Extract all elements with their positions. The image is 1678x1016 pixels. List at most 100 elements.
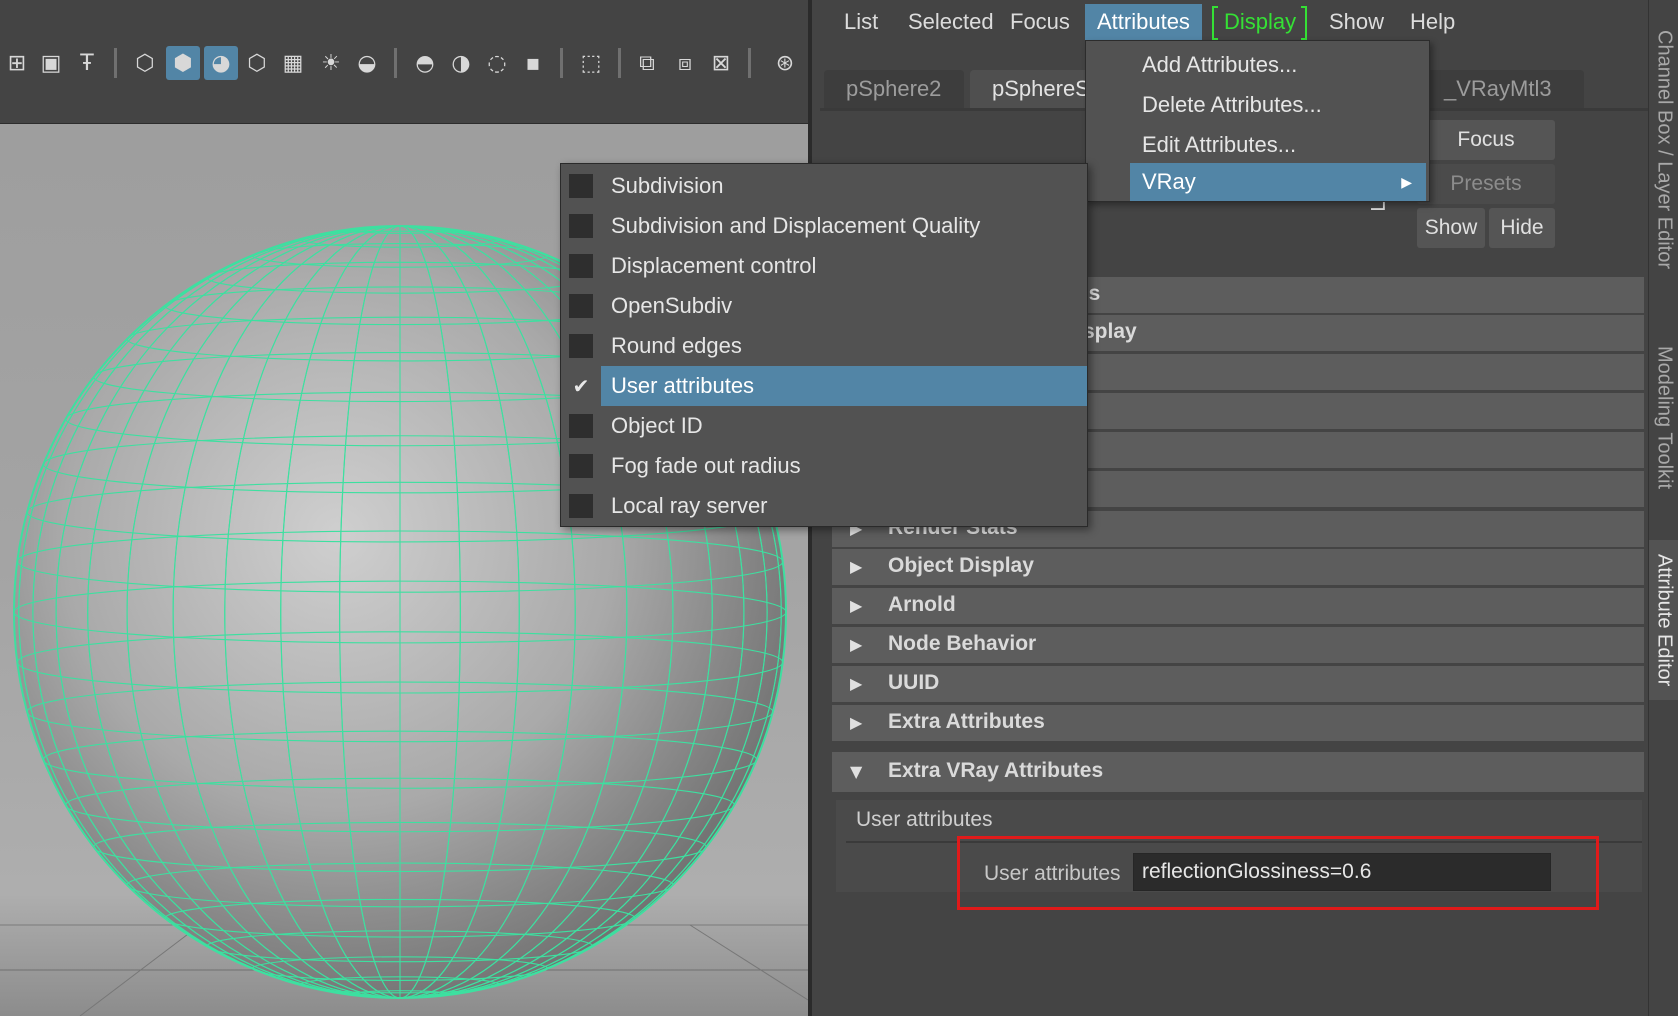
section-label: Object Display [888, 554, 1034, 577]
checkbox[interactable] [569, 334, 593, 358]
checkmark-icon[interactable]: ✔ [569, 374, 593, 398]
toolbar-separator [748, 48, 751, 78]
shadows-icon[interactable]: ◒ [350, 46, 384, 80]
toolbar-separator [394, 48, 397, 78]
checkbox[interactable] [569, 454, 593, 478]
checkbox[interactable] [569, 254, 593, 278]
checkbox[interactable] [569, 494, 593, 518]
focus-button[interactable]: Focus [1417, 120, 1555, 160]
section-label: Node Behavior [888, 632, 1037, 655]
menu-item-add-attributes[interactable]: Add Attributes... [1130, 46, 1426, 84]
section-arnold[interactable]: ▶ Arnold [832, 588, 1644, 624]
ambient-occlusion-icon[interactable]: ◓ [408, 46, 442, 80]
vray-option-subdivision[interactable]: Subdivision [561, 166, 1087, 206]
menu-selected[interactable]: Selected [896, 4, 1006, 40]
isolate-select-icon[interactable]: ⬚ [574, 46, 608, 80]
menu-attributes[interactable]: Attributes [1085, 4, 1202, 40]
menu-list[interactable]: List [832, 4, 890, 40]
vray-option-fog-fade-out-radius[interactable]: Fog fade out radius [561, 446, 1087, 486]
collapse-arrow-icon: ▼ [850, 762, 863, 781]
expand-arrow-icon: ▶ [850, 674, 863, 693]
tab-modeling-toolkit[interactable]: Modeling Toolkit [1649, 318, 1678, 518]
section-node-behavior[interactable]: ▶ Node Behavior [832, 627, 1644, 663]
vray-option-displacement-control[interactable]: Displacement control [561, 246, 1087, 286]
checkbox[interactable] [569, 174, 593, 198]
attributes-dropdown-menu: Add Attributes... Delete Attributes... E… [1085, 40, 1430, 202]
user-attributes-input[interactable] [1133, 853, 1551, 891]
presets-button[interactable]: Presets [1417, 164, 1555, 204]
expand-arrow-icon: ▶ [850, 635, 863, 654]
section-label: Arnold [888, 593, 956, 616]
expand-arrow-icon: ▶ [850, 713, 863, 732]
smooth-shade-cube-icon[interactable]: ⬢ [166, 46, 200, 80]
lighting-icon[interactable]: ☀ [314, 46, 348, 80]
expand-arrow-icon: ▶ [850, 596, 863, 615]
tab-label: Channel Box / Layer Editor [1653, 30, 1676, 270]
section-label: Extra Attributes [888, 710, 1045, 733]
option-label: Local ray server [611, 493, 768, 518]
vray-option-object-id[interactable]: Object ID [561, 406, 1087, 446]
option-label: OpenSubdiv [611, 293, 733, 318]
tab-label: Attribute Editor [1653, 553, 1676, 687]
option-label: User attributes [601, 366, 1087, 406]
tab-channel-box-layer-editor[interactable]: Channel Box / Layer Editor [1649, 10, 1678, 290]
text-icon[interactable]: Ŧ [70, 46, 104, 80]
xray-icon[interactable]: ⧉ [630, 46, 664, 80]
checkbox[interactable] [569, 294, 593, 318]
tab-vraymtl3[interactable]: _VRayMtl3 [1422, 70, 1584, 108]
menu-display[interactable]: Display [1212, 4, 1308, 40]
option-label: Round edges [611, 333, 742, 358]
toolbar-separator [114, 48, 117, 78]
vray-option-local-ray-server[interactable]: Local ray server [561, 486, 1087, 526]
hide-button[interactable]: Hide [1489, 208, 1555, 248]
camera-attributes-icon[interactable]: ⊞ [0, 46, 34, 80]
depth-of-field-icon[interactable]: ▪ [516, 46, 550, 80]
image-plane-icon[interactable]: ▣ [34, 46, 68, 80]
menu-help[interactable]: Help [1398, 4, 1467, 40]
user-attributes-field-label: User attributes [984, 862, 1121, 885]
menu-item-vray[interactable]: VRay ▶ [1130, 163, 1426, 201]
wireframe-cube-icon[interactable]: ⬡ [128, 46, 162, 80]
vray-option-opensubdiv[interactable]: OpenSubdiv [561, 286, 1087, 326]
toolbar-separator [560, 48, 563, 78]
user-attributes-frame-label: User attributes [856, 808, 993, 831]
tab-attribute-editor[interactable]: Attribute Editor [1649, 540, 1678, 700]
section-label: Extra VRay Attributes [888, 759, 1104, 782]
display-bracket-right [1301, 6, 1307, 40]
option-label: Object ID [611, 413, 703, 438]
menu-focus[interactable]: Focus [998, 4, 1082, 40]
menu-item-label: VRay [1142, 169, 1196, 194]
vray-option-round-edges[interactable]: Round edges [561, 326, 1087, 366]
tab-label: Modeling Toolkit [1653, 346, 1676, 490]
checkbox[interactable] [569, 214, 593, 238]
option-label: Fog fade out radius [611, 453, 801, 478]
menu-item-delete-attributes[interactable]: Delete Attributes... [1130, 86, 1426, 124]
xray-cube-icon[interactable]: ⬡ [240, 46, 274, 80]
submenu-arrow-icon: ▶ [1401, 174, 1412, 190]
tab-psphere2[interactable]: pSphere2 [824, 70, 964, 108]
viewport-toolbar: ⊞ ▣ Ŧ ⬡ ⬢ ◕ ⬡ ▦ ☀ ◒ ◓ ◑ ◌ ▪ ⬚ ⧉ ⧈ ⊠ ⊛ [0, 0, 808, 124]
gate-mask-icon[interactable]: ⊛ [768, 46, 802, 80]
xray-joints-icon[interactable]: ⧈ [668, 46, 702, 80]
motion-blur-icon[interactable]: ◑ [444, 46, 478, 80]
vray-submenu: Subdivision Subdivision and Displacement… [560, 163, 1088, 527]
attribute-editor-menubar: List Selected Focus Attributes Display S… [812, 0, 1648, 44]
menu-item-edit-attributes[interactable]: Edit Attributes... [1130, 126, 1426, 164]
vray-option-user-attributes[interactable]: ✔ User attributes [561, 366, 1087, 406]
frame-divider [846, 841, 1642, 843]
checkbox[interactable] [569, 414, 593, 438]
textured-checker-icon[interactable]: ▦ [276, 46, 310, 80]
option-label: Displacement control [611, 253, 817, 278]
option-label: Subdivision and Displacement Quality [611, 213, 981, 238]
section-uuid[interactable]: ▶ UUID [832, 666, 1644, 702]
toolbar-separator [618, 48, 621, 78]
xray-components-icon[interactable]: ⊠ [704, 46, 738, 80]
show-button[interactable]: Show [1417, 208, 1485, 248]
vray-option-subdivision-displacement-quality[interactable]: Subdivision and Displacement Quality [561, 206, 1087, 246]
section-object-display[interactable]: ▶ Object Display [832, 549, 1644, 585]
menu-show[interactable]: Show [1317, 4, 1396, 40]
section-extra-vray-attributes[interactable]: ▼ Extra VRay Attributes [832, 752, 1644, 792]
section-extra-attributes[interactable]: ▶ Extra Attributes [832, 705, 1644, 741]
wireframe-on-shaded-icon[interactable]: ◕ [204, 46, 238, 80]
anti-aliasing-icon[interactable]: ◌ [480, 46, 514, 80]
